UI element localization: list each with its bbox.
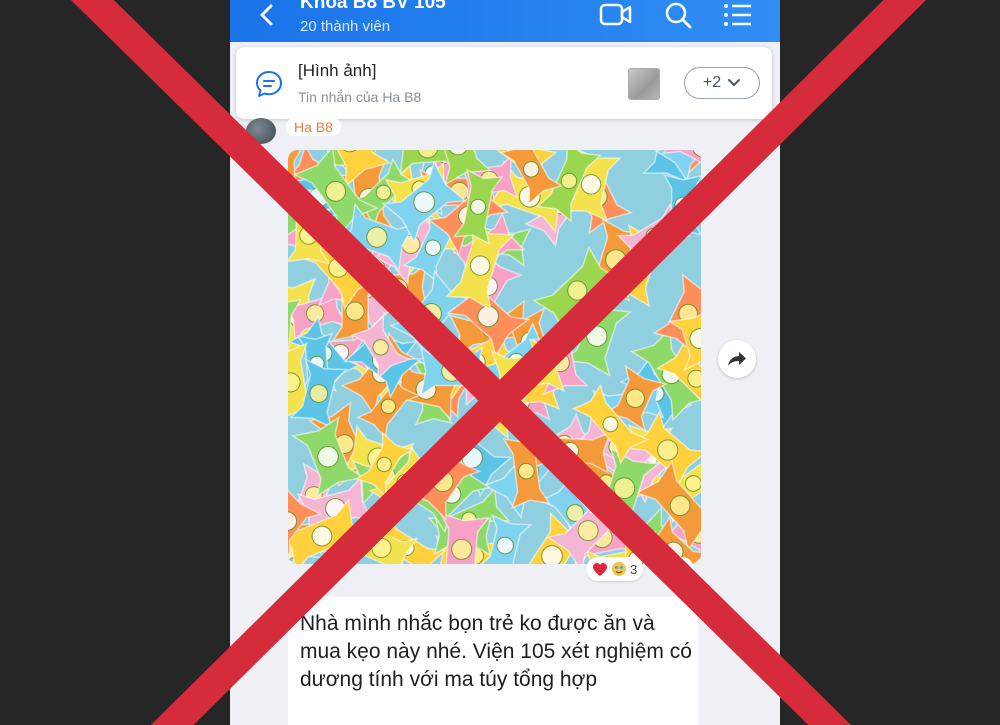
- reaction-count: 3: [630, 561, 638, 577]
- heart-icon: [593, 562, 607, 576]
- pinned-title: [Hình ảnh]: [298, 61, 377, 80]
- right-dark-background: [780, 0, 1000, 725]
- pinned-message-bar[interactable]: [Hình ảnh] Tin nhắn của Ha B8 +2: [236, 47, 772, 119]
- message-text: Nhà mình nhắc bọn trẻ ko được ăn và mua …: [300, 612, 692, 691]
- heart-icon: [675, 562, 689, 576]
- text-message-bubble[interactable]: Nhà mình nhắc bọn trẻ ko được ăn và mua …: [288, 597, 698, 725]
- avatar[interactable]: [246, 118, 276, 144]
- list-menu-icon: [724, 4, 751, 26]
- video-call-icon: [599, 3, 632, 26]
- pinned-thumbnail[interactable]: [628, 68, 660, 100]
- chevron-left-icon: [260, 4, 273, 26]
- video-call-button[interactable]: [598, 0, 634, 30]
- chevron-down-icon: [728, 79, 741, 87]
- search-button[interactable]: [660, 0, 696, 30]
- chat-header: Khoa B8 BV 105 20 thành viên: [230, 0, 780, 42]
- reaction-summary[interactable]: 3: [586, 557, 644, 581]
- left-dark-background: [0, 0, 230, 725]
- menu-button[interactable]: [720, 0, 756, 30]
- search-icon: [665, 2, 692, 29]
- add-reaction-button[interactable]: [670, 557, 694, 581]
- forward-button[interactable]: [718, 340, 756, 378]
- sender-name[interactable]: Ha B8: [286, 118, 341, 136]
- share-arrow-icon: [728, 352, 746, 366]
- candy-image-message[interactable]: [288, 150, 701, 564]
- group-title[interactable]: Khoa B8 BV 105: [300, 0, 446, 14]
- emoji-icon: [612, 562, 626, 576]
- member-count[interactable]: 20 thành viên: [300, 18, 390, 35]
- chat-bubble-icon: [256, 71, 282, 97]
- pinned-subtitle: Tin nhắn của Ha B8: [298, 89, 422, 105]
- back-button[interactable]: [254, 2, 280, 28]
- candy-photo: [288, 150, 701, 564]
- chat-screen: Khoa B8 BV 105 20 thành viên [Hình ảnh] …: [230, 0, 780, 725]
- pinned-more-label: +2: [702, 74, 722, 91]
- pinned-more-button[interactable]: +2: [684, 67, 760, 99]
